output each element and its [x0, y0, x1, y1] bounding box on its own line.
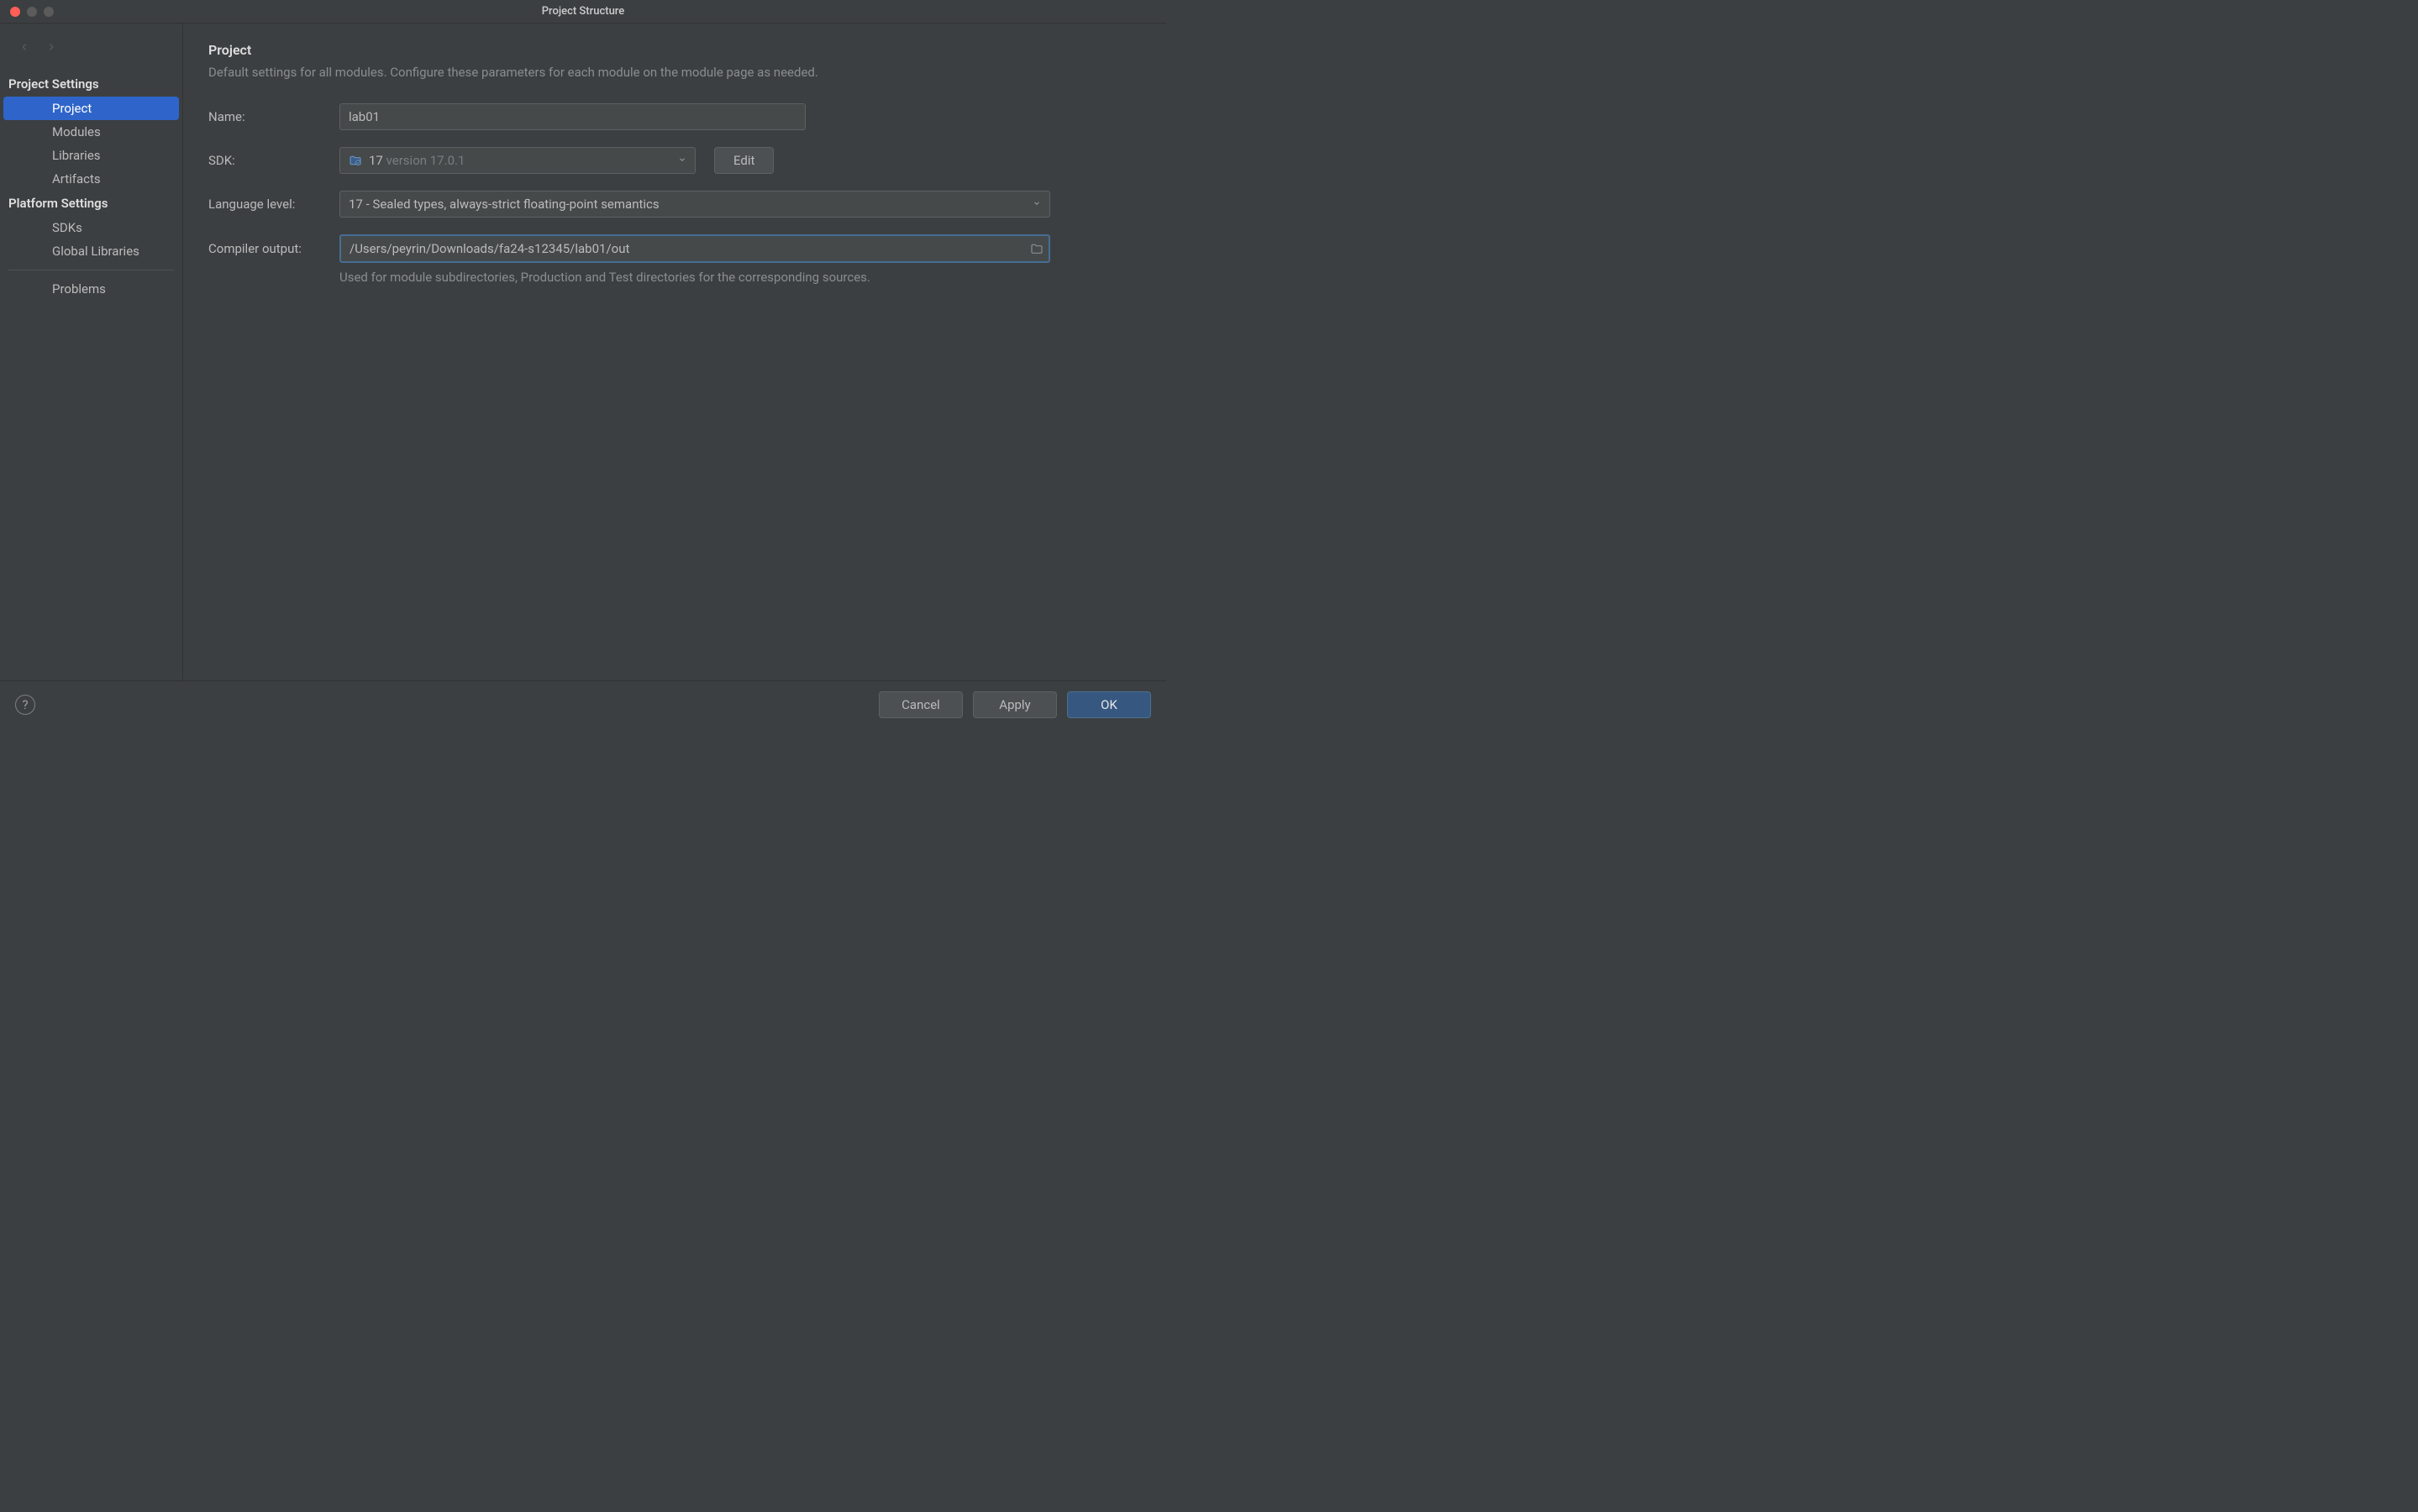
footer: ? Cancel Apply OK [0, 680, 1166, 727]
language-level-value: 17 - Sealed types, always-strict floatin… [349, 197, 1033, 212]
apply-button[interactable]: Apply [973, 691, 1057, 718]
browse-folder-icon[interactable] [1030, 243, 1043, 255]
page-title: Project [208, 42, 1141, 58]
window-title: Project Structure [0, 5, 1166, 18]
language-level-dropdown[interactable]: 17 - Sealed types, always-strict floatin… [339, 191, 1050, 218]
sidebar: Project Settings Project Modules Librari… [0, 24, 183, 680]
compiler-output-helper: Used for module subdirectories, Producti… [339, 270, 1141, 285]
nav-back-icon[interactable] [18, 40, 30, 56]
sidebar-item-problems[interactable]: Problems [3, 277, 179, 301]
section-header-platform-settings: Platform Settings [0, 191, 182, 216]
sidebar-item-libraries[interactable]: Libraries [3, 144, 179, 167]
help-icon[interactable]: ? [15, 695, 35, 715]
maximize-window-button[interactable] [44, 7, 54, 17]
ok-button[interactable]: OK [1067, 691, 1151, 718]
sdk-label: SDK: [208, 153, 339, 168]
name-input[interactable] [339, 103, 806, 130]
sdk-dropdown[interactable]: 17 version 17.0.1 [339, 147, 696, 174]
page-subtitle: Default settings for all modules. Config… [208, 65, 1141, 80]
sdk-folder-icon [349, 154, 362, 167]
sdk-dropdown-value: 17 version 17.0.1 [369, 153, 678, 168]
minimize-window-button[interactable] [27, 7, 37, 17]
name-label: Name: [208, 109, 339, 124]
main-panel: Project Default settings for all modules… [183, 24, 1166, 680]
titlebar: Project Structure [0, 0, 1166, 24]
sidebar-item-project[interactable]: Project [3, 97, 179, 120]
compiler-output-label: Compiler output: [208, 241, 339, 256]
sidebar-item-global-libraries[interactable]: Global Libraries [3, 239, 179, 263]
sidebar-item-sdks[interactable]: SDKs [3, 216, 179, 239]
compiler-output-input[interactable] [339, 234, 1050, 263]
chevron-down-icon [678, 155, 686, 166]
traffic-lights [0, 7, 54, 17]
sidebar-item-artifacts[interactable]: Artifacts [3, 167, 179, 191]
sidebar-item-modules[interactable]: Modules [3, 120, 179, 144]
cancel-button[interactable]: Cancel [879, 691, 963, 718]
nav-forward-icon[interactable] [45, 40, 57, 56]
language-level-label: Language level: [208, 197, 339, 212]
section-header-project-settings: Project Settings [0, 71, 182, 97]
chevron-down-icon [1033, 198, 1041, 210]
edit-sdk-button[interactable]: Edit [714, 147, 774, 174]
close-window-button[interactable] [10, 7, 20, 17]
